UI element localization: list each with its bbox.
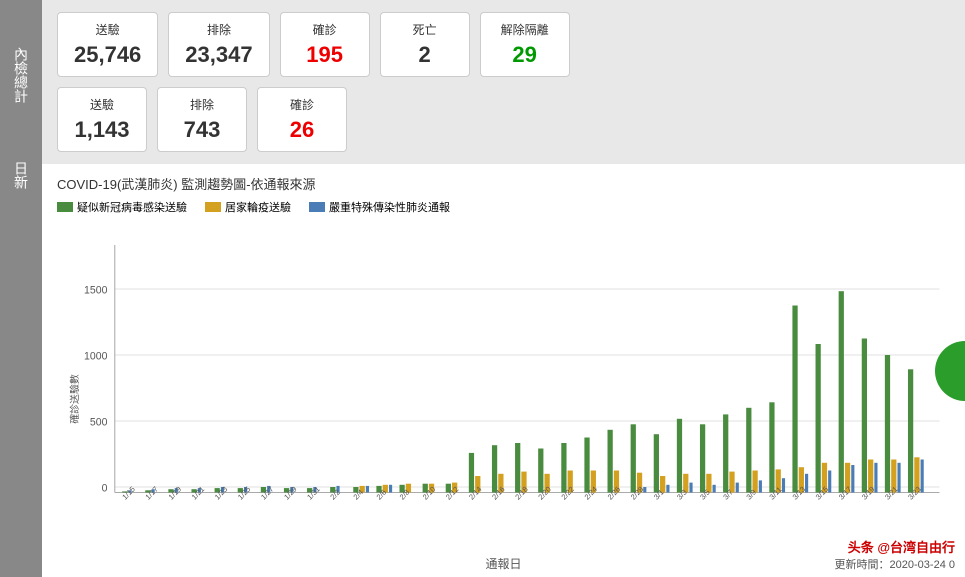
svg-text:1000: 1000 [84,350,107,362]
svg-text:500: 500 [90,416,108,428]
stats-section: 送驗 25,746 排除 23,347 確診 195 死亡 2 解除隔離 2 [42,0,965,164]
watermark-update-time: 更新時間：2020-03-24 0 [835,556,955,572]
total-stats-row: 送驗 25,746 排除 23,347 確診 195 死亡 2 解除隔離 2 [57,12,950,77]
daily-sent-label: 送驗 [74,96,130,113]
daily-excluded-value: 743 [174,117,230,143]
chart-area: 0 500 1000 1500 確診送驗數 [57,223,950,553]
svg-text:0: 0 [102,482,108,494]
daily-confirmed-value: 26 [274,117,330,143]
label-daily: 日新 [11,130,31,220]
legend-color-blue [309,202,325,212]
sidebar-labels: 內檢總計 日新 [0,0,42,577]
total-excluded-label: 排除 [185,21,252,38]
legend-label-green: 疑似新冠病毒感染送驗 [77,199,187,215]
total-sent-value: 25,746 [74,42,141,68]
legend-color-yellow [205,202,221,212]
watermark: 头条 @台湾自由行 更新時間：2020-03-24 0 [835,537,955,572]
content-area: 送驗 25,746 排除 23,347 確診 195 死亡 2 解除隔離 2 [42,0,965,577]
total-confirmed-label: 確診 [297,21,353,38]
legend-color-green [57,202,73,212]
svg-text:確診送驗數: 確診送驗數 [68,374,81,424]
chart-x-title: 通報日 [57,555,950,572]
main-container: 內檢總計 日新 送驗 25,746 排除 23,347 確診 195 [0,0,965,577]
total-excluded-box: 排除 23,347 [168,12,269,77]
total-deaths-label: 死亡 [397,21,453,38]
total-sent-label: 送驗 [74,21,141,38]
daily-sent-box: 送驗 1,143 [57,87,147,152]
legend-label-yellow: 居家輪疫送驗 [225,199,291,215]
total-confirmed-box: 確診 195 [280,12,370,77]
total-deaths-box: 死亡 2 [380,12,470,77]
total-released-value: 29 [497,42,553,68]
legend-label-blue: 嚴重特殊傳染性肺炎通報 [329,199,450,215]
chart-legend: 疑似新冠病毒感染送驗 居家輪疫送驗 嚴重特殊傳染性肺炎通報 [57,199,950,215]
total-sent-box: 送驗 25,746 [57,12,158,77]
daily-excluded-label: 排除 [174,96,230,113]
chart-section: COVID-19(武漢肺炎) 監測趨勢圖-依通報來源 疑似新冠病毒感染送驗 居家… [42,164,965,577]
total-released-box: 解除隔離 29 [480,12,570,77]
legend-item-green: 疑似新冠病毒感染送驗 [57,199,187,215]
total-released-label: 解除隔離 [497,21,553,38]
daily-sent-value: 1,143 [74,117,130,143]
total-excluded-value: 23,347 [185,42,252,68]
daily-excluded-box: 排除 743 [157,87,247,152]
total-confirmed-value: 195 [297,42,353,68]
label-total: 內檢總計 [11,30,31,120]
watermark-brand: 头条 @台湾自由行 [835,537,955,556]
legend-item-yellow: 居家輪疫送驗 [205,199,291,215]
chart-svg: 0 500 1000 1500 確診送驗數 [57,223,950,553]
legend-item-blue: 嚴重特殊傳染性肺炎通報 [309,199,450,215]
svg-text:1500: 1500 [84,284,107,296]
daily-confirmed-label: 確診 [274,96,330,113]
total-deaths-value: 2 [397,42,453,68]
daily-confirmed-box: 確診 26 [257,87,347,152]
daily-stats-row: 送驗 1,143 排除 743 確診 26 [57,87,950,152]
chart-title: COVID-19(武漢肺炎) 監測趨勢圖-依通報來源 [57,174,950,193]
